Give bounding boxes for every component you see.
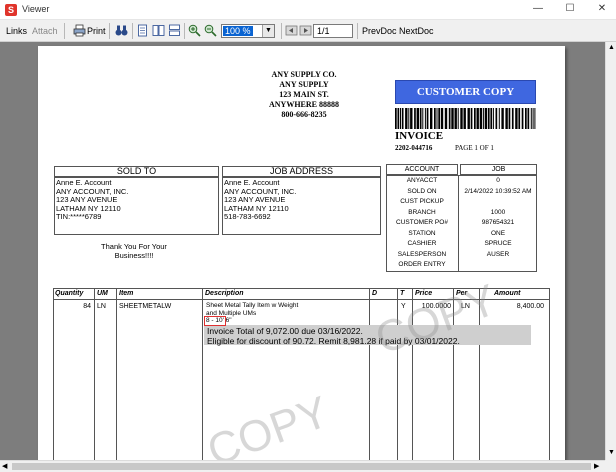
scrollbar-thumb[interactable] (12, 463, 591, 470)
col-um: UM (97, 290, 108, 297)
company-line: ANY SUPPLY (279, 80, 329, 89)
binoculars-icon[interactable] (115, 24, 128, 37)
toolbar: Links Attach Print 100 % ▼ 1/1 PrevDoc N… (0, 20, 616, 42)
single-page-icon[interactable] (136, 24, 149, 37)
zoom-in-icon[interactable] (188, 24, 201, 37)
invoice-number: 2202-044716 (395, 144, 433, 152)
nextdoc-button[interactable]: NextDoc (399, 24, 434, 38)
zoom-select[interactable]: 100 % ▼ (221, 24, 275, 38)
scroll-left-icon[interactable]: ◀ (2, 462, 7, 470)
zoom-out-icon[interactable] (204, 24, 217, 37)
account-table-divider (458, 175, 459, 272)
toolbar-separator (357, 23, 358, 39)
toolbar-separator (109, 23, 110, 39)
page-number-input[interactable]: 1/1 (313, 24, 353, 38)
company-phone: 800-666-8235 (281, 110, 327, 119)
title-bar: S Viewer — ☐ ✕ (0, 0, 616, 20)
col-t: T (400, 290, 405, 297)
invoice-total-text: Invoice Total of 9,072.00 due 03/16/2022… (207, 326, 363, 336)
window-title: Viewer (22, 4, 50, 14)
first-page-icon[interactable] (285, 24, 298, 37)
multi-page-icon[interactable] (168, 24, 181, 37)
invoice-page: ANY SUPPLY CO. ANY SUPPLY 123 MAIN ST. A… (38, 46, 565, 460)
job-address-box: Anne E. Account ANY ACCOUNT, INC. 123 AN… (222, 177, 381, 235)
thank-you-line: Business!!!! (114, 251, 154, 260)
toolbar-separator (132, 23, 133, 39)
sold-to-title: SOLD TO (54, 166, 219, 177)
col-quantity: Quantity (55, 290, 84, 297)
company-street: 123 MAIN ST. (279, 90, 329, 99)
links-button[interactable]: Links (6, 24, 27, 38)
col-item: Item (119, 290, 134, 297)
job-address: Anne E. Account ANY ACCOUNT, INC. 123 AN… (224, 178, 296, 222)
two-page-icon[interactable] (152, 24, 165, 37)
company-address: ANY SUPPLY CO. ANY SUPPLY 123 MAIN ST. A… (238, 70, 370, 120)
highlight-box (204, 316, 226, 326)
line-items-table: Quantity UM Item Description D T Price P… (53, 275, 550, 460)
close-button[interactable]: ✕ (592, 2, 612, 16)
address-line: 518-783-6692 (224, 212, 271, 221)
chevron-down-icon[interactable]: ▼ (262, 25, 274, 37)
job-address-title: JOB ADDRESS (222, 166, 381, 177)
app-logo-icon: S (5, 4, 17, 16)
col-description: Description (205, 290, 244, 297)
customer-copy-banner: CUSTOMER COPY (395, 80, 536, 104)
col-amount: Amount (494, 290, 521, 297)
invoice-title: INVOICE (395, 130, 444, 142)
minimize-button[interactable]: — (528, 2, 548, 16)
toolbar-separator (281, 23, 282, 39)
thank-you-message: Thank You For Your Business!!!! (84, 242, 184, 260)
item-um: LN (97, 303, 106, 310)
company-name: ANY SUPPLY CO. (271, 70, 337, 79)
last-page-icon[interactable] (299, 24, 312, 37)
thank-you-line: Thank You For Your (101, 242, 167, 251)
vertical-scrollbar[interactable]: ▲ ▼ (605, 42, 616, 460)
sold-to-address: Anne E. Account ANY ACCOUNT, INC. 123 AN… (56, 178, 128, 222)
sold-to-box: Anne E. Account ANY ACCOUNT, INC. 123 AN… (54, 177, 219, 235)
toolbar-separator (64, 23, 65, 39)
address-line: TIN:*****6789 (56, 212, 102, 221)
job-header: JOB (460, 164, 537, 175)
barcode-image (395, 108, 536, 129)
copy-watermark: COPY (201, 387, 336, 460)
account-header: ACCOUNT (386, 164, 458, 175)
scroll-down-icon[interactable]: ▼ (608, 449, 615, 456)
document-viewer[interactable]: ANY SUPPLY CO. ANY SUPPLY 123 MAIN ST. A… (0, 42, 605, 460)
attach-button[interactable]: Attach (32, 24, 58, 38)
invoice-page-count: PAGE 1 OF 1 (455, 144, 494, 152)
horizontal-scrollbar[interactable]: ◀ ▶ (0, 460, 605, 472)
zoom-value: 100 % (223, 26, 253, 36)
column-divider (94, 289, 95, 460)
col-d: D (372, 290, 378, 297)
scroll-up-icon[interactable]: ▲ (608, 44, 615, 51)
column-divider (369, 289, 370, 460)
company-city: ANYWHERE 88888 (268, 100, 339, 109)
account-table-border (386, 175, 537, 272)
item-code: SHEETMETALW (119, 303, 172, 310)
print-button[interactable]: Print (87, 24, 106, 38)
printer-icon[interactable] (73, 24, 86, 37)
scrollbar-corner (605, 460, 616, 472)
maximize-button[interactable]: ☐ (560, 2, 580, 16)
item-quantity: 84 (83, 303, 91, 310)
prevdoc-button[interactable]: PrevDoc (362, 24, 397, 38)
scroll-right-icon[interactable]: ▶ (594, 462, 599, 470)
column-divider (116, 289, 117, 460)
toolbar-separator (184, 23, 185, 39)
description-line: Sheet Metal Tally Item w Weight (206, 302, 299, 309)
